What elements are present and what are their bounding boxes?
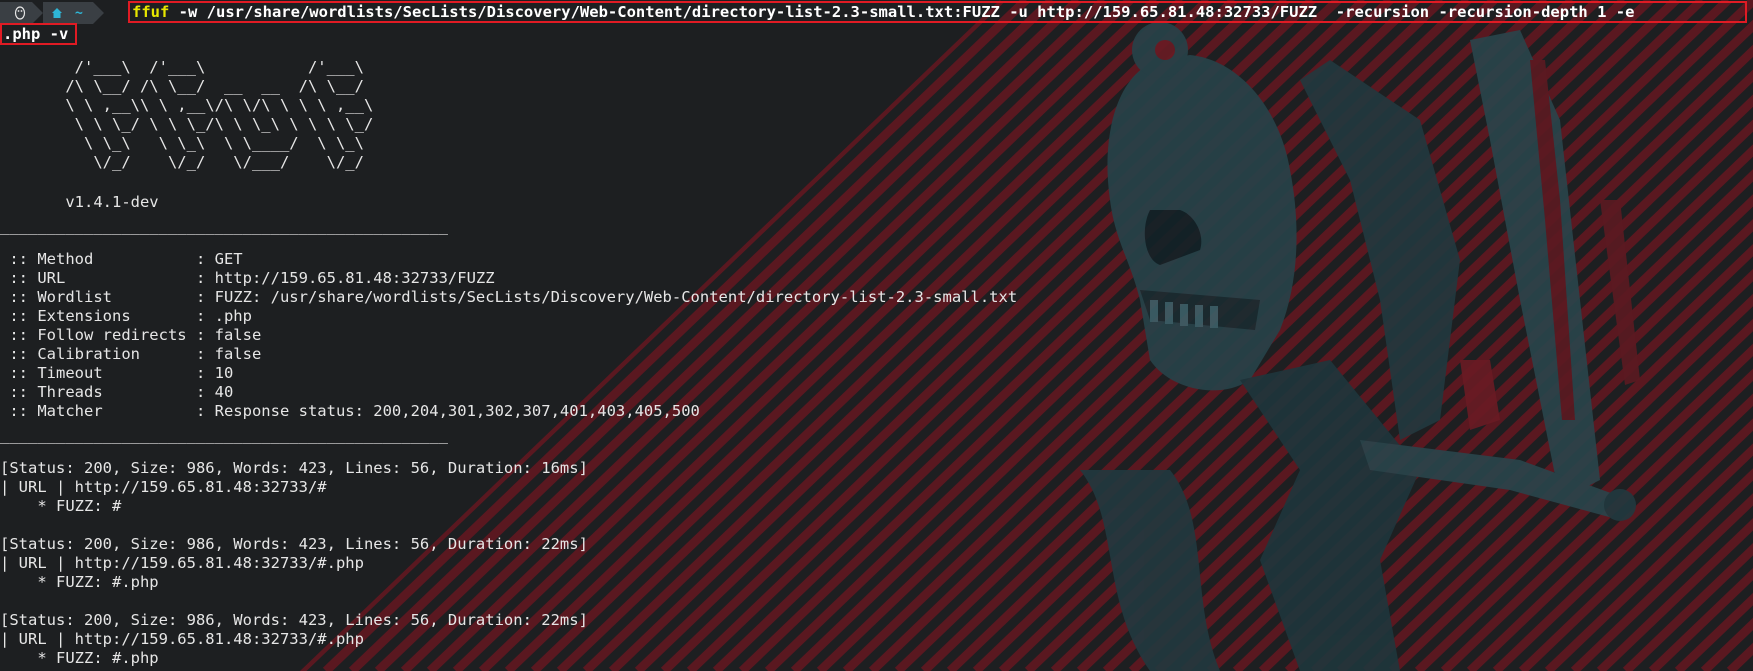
banner-ascii-line: /\ \__/ /\ \__/ __ __ /\ \__/ (0, 77, 364, 95)
banner-ascii-line: \ \_\ \ \_\ \ \____/ \ \_\ (0, 134, 364, 152)
config-row: :: Matcher : Response status: 200,204,30… (0, 402, 700, 421)
config-value: : false (195, 345, 262, 363)
banner-ascii-line: \ \ \_/ \ \ \_/\ \ \_\ \ \ \ \_/ (0, 115, 374, 133)
config-key: :: Matcher (0, 402, 196, 420)
skeleton-figure (1080, 22, 1640, 671)
config-value: : 40 (195, 383, 234, 401)
prompt-separator (32, 2, 43, 24)
result-fuzz: * FUZZ: # (0, 497, 122, 515)
config-key: :: URL (0, 269, 196, 287)
config-value: : FUZZ: /usr/share/wordlists/SecLists/Di… (195, 288, 1018, 306)
linux-tux-icon (0, 2, 32, 24)
config-row: :: Threads : 40 (0, 383, 233, 402)
result-url[interactable]: | URL | http://159.65.81.48:32733/# (0, 478, 327, 497)
config-row: :: Wordlist : FUZZ: /usr/share/wordlists… (0, 288, 1017, 307)
config-value: : http://159.65.81.48:32733/FUZZ (195, 269, 495, 287)
config-row: :: Follow redirects : false (0, 326, 261, 345)
result-fuzz: * FUZZ: #.php (0, 649, 159, 667)
config-value: : GET (195, 250, 243, 268)
config-row: :: Calibration : false (0, 345, 261, 364)
result-status: [Status: 200, Size: 986, Words: 423, Lin… (0, 535, 588, 553)
config-row: :: Timeout : 10 (0, 364, 233, 383)
config-row: :: Extensions : .php (0, 307, 252, 326)
config-value: : Response status: 200,204,301,302,307,4… (195, 402, 700, 420)
command-args: -w /usr/share/wordlists/SecLists/Discove… (169, 3, 1635, 21)
config-key: :: Threads (0, 383, 196, 401)
current-directory: ~ (71, 2, 93, 24)
config-value: : 10 (195, 364, 234, 382)
config-row: :: URL : http://159.65.81.48:32733/FUZZ (0, 269, 495, 288)
config-row: :: Method : GET (0, 250, 243, 269)
result-status: [Status: 200, Size: 986, Words: 423, Lin… (0, 611, 588, 629)
config-value: : false (195, 326, 262, 344)
home-icon (43, 2, 71, 24)
prompt-end-separator (92, 2, 104, 24)
separator-line: ________________________________________… (0, 217, 448, 235)
result-url[interactable]: | URL | http://159.65.81.48:32733/#.php (0, 554, 364, 573)
separator-line: ________________________________________… (0, 426, 448, 444)
config-key: :: Method (0, 250, 196, 268)
banner-ascii-line: \/_/ \/_/ \/___/ \/_/ (0, 153, 364, 171)
result-url[interactable]: | URL | http://159.65.81.48:32733/#.php (0, 630, 364, 649)
config-key: :: Timeout (0, 364, 196, 382)
command-continuation[interactable]: .php -v (0, 23, 77, 45)
config-key: :: Follow redirects (0, 326, 196, 344)
banner-ascii-line: /'___\ /'___\ /'___\ (0, 58, 364, 76)
result-fuzz: * FUZZ: #.php (0, 573, 159, 591)
command-program: ffuf (132, 3, 170, 21)
command-line[interactable]: ffuf -w /usr/share/wordlists/SecLists/Di… (128, 1, 1747, 23)
config-key: :: Extensions (0, 307, 196, 325)
config-key: :: Calibration (0, 345, 196, 363)
result-status: [Status: 200, Size: 986, Words: 423, Lin… (0, 459, 588, 477)
config-value: : .php (195, 307, 252, 325)
banner-ascii-line: \ \ ,__\\ \ ,__\/\ \/\ \ \ \ ,__\ (0, 96, 374, 114)
shell-prompt: ~ (0, 2, 104, 24)
banner-version: v1.4.1-dev (0, 193, 159, 211)
config-key: :: Wordlist (0, 288, 196, 306)
